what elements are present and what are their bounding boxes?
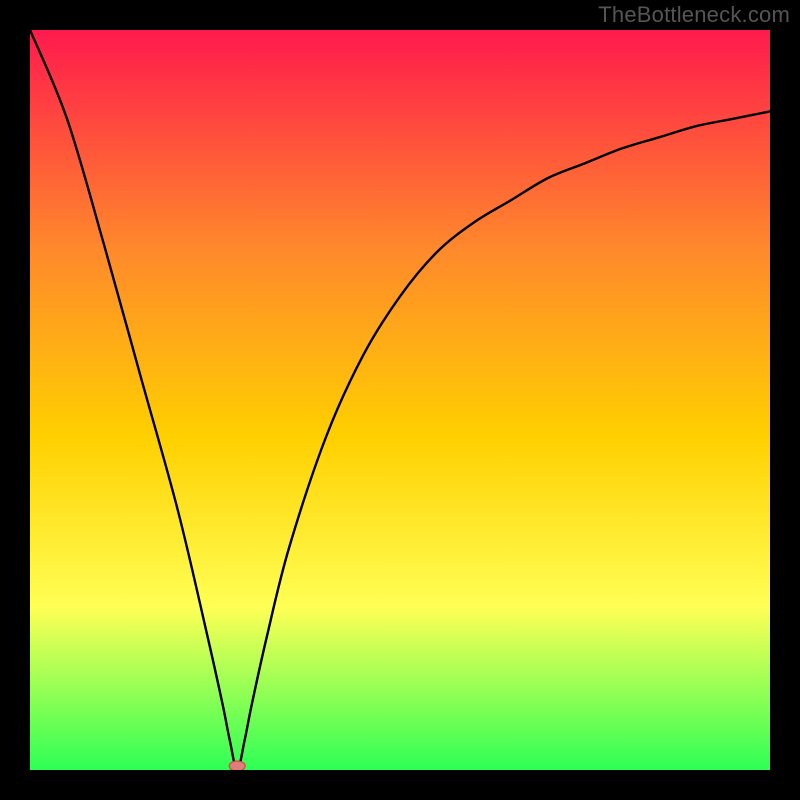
chart-svg [30,30,770,770]
minimum-point-marker [229,761,245,770]
gradient-background [30,30,770,770]
plot-area [30,30,770,770]
chart-container: TheBottleneck.com [0,0,800,800]
watermark-label: TheBottleneck.com [598,2,790,28]
